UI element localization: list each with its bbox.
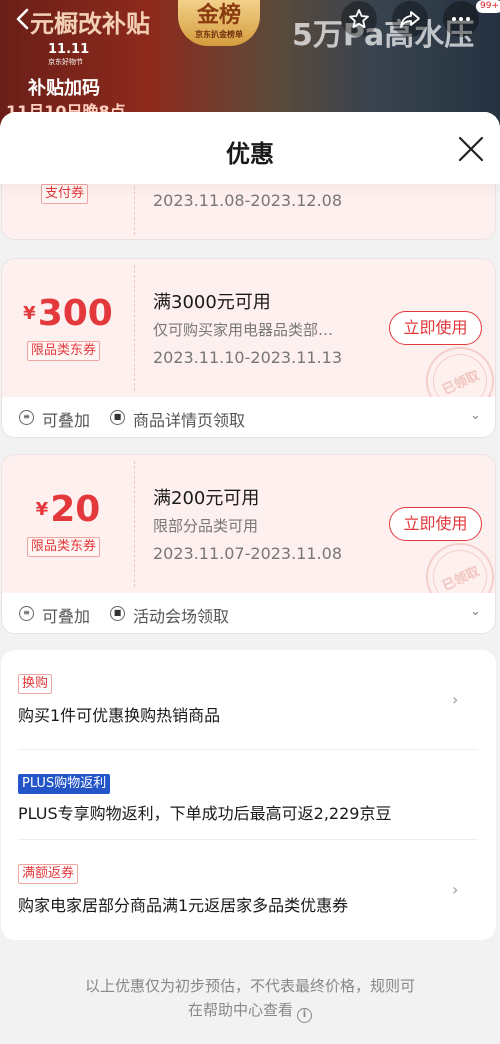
back-button[interactable]	[10, 4, 36, 34]
promo-tag: 换购	[18, 674, 53, 694]
coupon-description: 仅可购买家用电器品类部…	[153, 321, 334, 339]
promo-text: 购家电家居部分商品满1元返居家多品类优惠券	[18, 896, 349, 915]
coupon-source-icon: ■	[110, 606, 125, 621]
disclaimer-line-2-text: 在帮助中心查看	[187, 1001, 293, 1019]
disclaimer-line-1: 以上优惠仅为初步预估，不代表最终价格，规则可	[84, 977, 415, 995]
favorite-button[interactable]	[341, 1, 377, 37]
stackable-icon: ≡	[19, 606, 34, 621]
chevron-down-icon[interactable]: ⌄	[470, 604, 481, 619]
chevron-right-icon: ›	[452, 880, 459, 899]
stackable-icon: ≡	[19, 410, 34, 425]
coupon-tag: 限品类东券	[27, 341, 101, 361]
coupon-use-button[interactable]: 立即使用	[389, 507, 482, 541]
coupon-source-label: 商品详情页领取	[133, 411, 246, 430]
event-mark: 11.11 京东好物节	[48, 42, 89, 67]
promo-item-exchange[interactable]: 换购 购买1件可优惠换购热销商品 ›	[18, 672, 478, 726]
event-mark-title: 11.11	[48, 42, 90, 57]
promo-text: 购买1件可优惠换购热销商品	[18, 706, 221, 725]
coupon-date: 2023.11.07-2023.11.08	[153, 544, 342, 563]
subsidy-line: 补贴加码	[28, 78, 100, 99]
promo-item-coupon-return[interactable]: 满额返券 购家电家居部分商品满1元返居家多品类优惠券 ›	[18, 862, 478, 916]
coupon-date: 2023.11.10-2023.11.13	[153, 348, 342, 367]
sheet-header: 优惠	[0, 112, 500, 184]
promo-item-plus-rebate: PLUS购物返利 PLUS专享购物返利，下单成功后最高可返2,229京豆	[18, 772, 478, 824]
coupon-divider	[134, 461, 135, 587]
share-button[interactable]	[392, 1, 428, 37]
disclaimer: 以上优惠仅为初步预估，不代表最终价格，规则可 在帮助中心查看 i	[40, 974, 460, 1023]
coupon-tag: 限品类东券	[27, 537, 101, 557]
coupon-amount-value: 300	[37, 293, 113, 334]
coupon-date: 2023.11.08-2023.12.08	[153, 191, 342, 210]
close-icon	[458, 136, 484, 162]
more-button[interactable]	[443, 1, 479, 37]
coupon-amount-value: 20	[50, 489, 101, 530]
coupon-source-label: 活动会场领取	[133, 607, 230, 626]
coupon-use-button[interactable]: 立即使用	[389, 311, 482, 345]
close-button[interactable]	[456, 134, 486, 164]
gold-list-subtitle: 京东扒金榜单	[195, 30, 243, 39]
promo-tag: 满额返券	[18, 864, 79, 884]
stackable-label: 可叠加	[42, 411, 91, 430]
coupon-tag: 支付券	[41, 184, 89, 204]
coupon-divider	[134, 265, 135, 391]
event-mark-subtitle: 京东好物节	[48, 58, 83, 66]
coupon-card-20: ¥20 限品类东券 满200元可用 限部分品类可用 2023.11.07-202…	[1, 454, 496, 634]
gold-list-title: 金榜	[196, 3, 241, 28]
chevron-right-icon: ›	[452, 690, 459, 709]
divider	[18, 839, 478, 840]
stackable-label: 可叠加	[42, 607, 91, 626]
divider	[18, 749, 478, 750]
coupon-footer: ≡ 可叠加 ■ 商品详情页领取 ⌄	[2, 397, 495, 437]
coupon-card-300: ¥300 限品类东券 满3000元可用 仅可购买家用电器品类部… 2023.11…	[1, 258, 496, 438]
more-dots-icon	[452, 17, 470, 21]
chevron-down-icon[interactable]: ⌄	[470, 408, 481, 423]
gold-list-badge: 金榜 京东扒金榜单	[178, 0, 260, 46]
coupon-footer: ≡ 可叠加 ■ 活动会场领取 ⌄	[2, 593, 495, 633]
promo-text: PLUS专享购物返利，下单成功后最高可返2,229京豆	[18, 804, 392, 823]
promotion-list: 换购 购买1件可优惠换购热销商品 › PLUS购物返利 PLUS专享购物返利，下…	[1, 650, 496, 940]
disclaimer-line-2: 在帮助中心查看 i	[40, 998, 460, 1023]
star-icon	[349, 9, 369, 29]
info-icon[interactable]: i	[297, 1008, 312, 1023]
currency-symbol: ¥	[23, 303, 36, 324]
currency-symbol: ¥	[35, 499, 49, 520]
coupon-amount: ¥300	[2, 293, 134, 334]
coupon-amount: ¥20	[2, 489, 134, 530]
coupon-condition: 满3000元可用	[153, 292, 271, 313]
coupon-description: 限部分品类可用	[153, 517, 259, 535]
coupon-condition: 满200元可用	[153, 488, 260, 509]
share-icon	[400, 11, 420, 28]
coupon-source-icon: ■	[110, 410, 125, 425]
cart-count-badge: 99+	[476, 0, 500, 13]
banner-left-text: 元橱改补贴	[30, 10, 150, 38]
promo-tag: PLUS购物返利	[18, 774, 111, 794]
chevron-left-icon	[16, 8, 29, 30]
discount-sheet: 优惠 支付券 2023.11.08-2023.12.08 ¥300 限品类东券 …	[0, 112, 500, 1044]
sheet-title: 优惠	[226, 140, 274, 168]
